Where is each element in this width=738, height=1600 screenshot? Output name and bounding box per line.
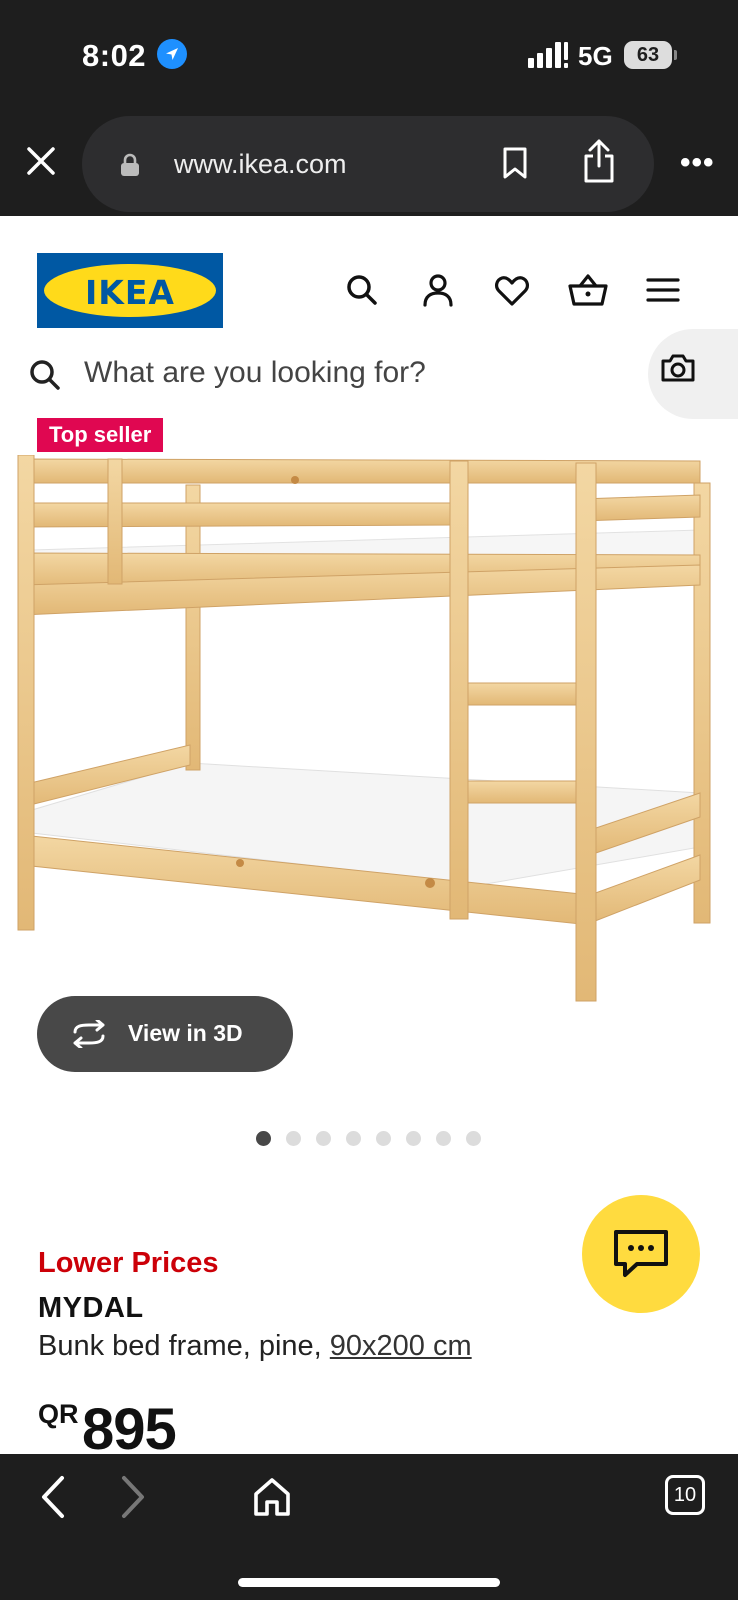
tabs-icon[interactable]: 10: [665, 1475, 705, 1515]
search-input[interactable]: What are you looking for?: [84, 356, 426, 390]
signal-icon: [528, 42, 568, 73]
price-value: 895: [82, 1397, 177, 1462]
lock-icon: [120, 153, 140, 182]
location-arrow-icon: [157, 39, 187, 69]
home-icon[interactable]: [252, 1476, 292, 1523]
camera-icon: [660, 353, 696, 388]
product-description: Bunk bed frame, pine, 90x200 cm: [38, 1330, 472, 1363]
carousel-dot[interactable]: [406, 1131, 421, 1146]
carousel-dot[interactable]: [436, 1131, 451, 1146]
product-description-text: Bunk bed frame, pine,: [38, 1330, 330, 1362]
logo-text: IKEA: [85, 273, 175, 312]
battery-icon: 63: [624, 41, 672, 69]
chat-icon: [611, 1228, 671, 1285]
visual-search-button[interactable]: [648, 329, 738, 419]
carousel-dot[interactable]: [376, 1131, 391, 1146]
rotate-3d-icon: [69, 1018, 109, 1053]
close-icon[interactable]: [24, 144, 58, 178]
cart-icon[interactable]: [568, 272, 608, 308]
carousel-dot[interactable]: [256, 1131, 271, 1146]
search-icon: [28, 358, 62, 397]
url-text[interactable]: www.ikea.com: [174, 149, 347, 180]
account-icon[interactable]: [420, 272, 456, 308]
search-icon[interactable]: [344, 272, 380, 308]
more-icon[interactable]: •••: [680, 146, 715, 180]
menu-icon[interactable]: [645, 272, 681, 308]
browser-bottom-toolbar: 10: [0, 1454, 738, 1600]
browser-toolbar: www.ikea.com •••: [0, 110, 738, 216]
carousel-dot[interactable]: [466, 1131, 481, 1146]
product-image[interactable]: [10, 454, 728, 1030]
bookmark-icon[interactable]: [502, 146, 528, 185]
status-bar: 8:02 5G 63: [0, 0, 738, 110]
forward-icon[interactable]: [118, 1474, 148, 1525]
product-size-link[interactable]: 90x200 cm: [330, 1330, 472, 1362]
carousel-dot[interactable]: [286, 1131, 301, 1146]
view-in-3d-button[interactable]: View in 3D: [37, 996, 293, 1072]
chat-button[interactable]: [582, 1195, 700, 1313]
top-seller-badge: Top seller: [37, 418, 164, 452]
carousel-dot[interactable]: [316, 1131, 331, 1146]
logo-oval: IKEA: [44, 264, 216, 317]
product-name: MYDAL: [38, 1292, 144, 1324]
back-icon[interactable]: [38, 1474, 68, 1525]
carousel-dot[interactable]: [346, 1131, 361, 1146]
wishlist-icon[interactable]: [494, 272, 530, 308]
share-icon[interactable]: [582, 138, 616, 189]
lower-prices-label: Lower Prices: [38, 1247, 219, 1279]
price-currency: QR: [38, 1399, 79, 1429]
status-time: 8:02: [82, 38, 147, 73]
home-indicator: [238, 1578, 500, 1587]
ikea-logo[interactable]: IKEA: [37, 253, 223, 328]
view-in-3d-label: View in 3D: [128, 1020, 243, 1046]
address-bar[interactable]: www.ikea.com: [82, 116, 654, 212]
search-bar[interactable]: What are you looking for?: [28, 350, 648, 400]
network-type: 5G: [578, 41, 613, 71]
battery-tip: [674, 50, 677, 60]
